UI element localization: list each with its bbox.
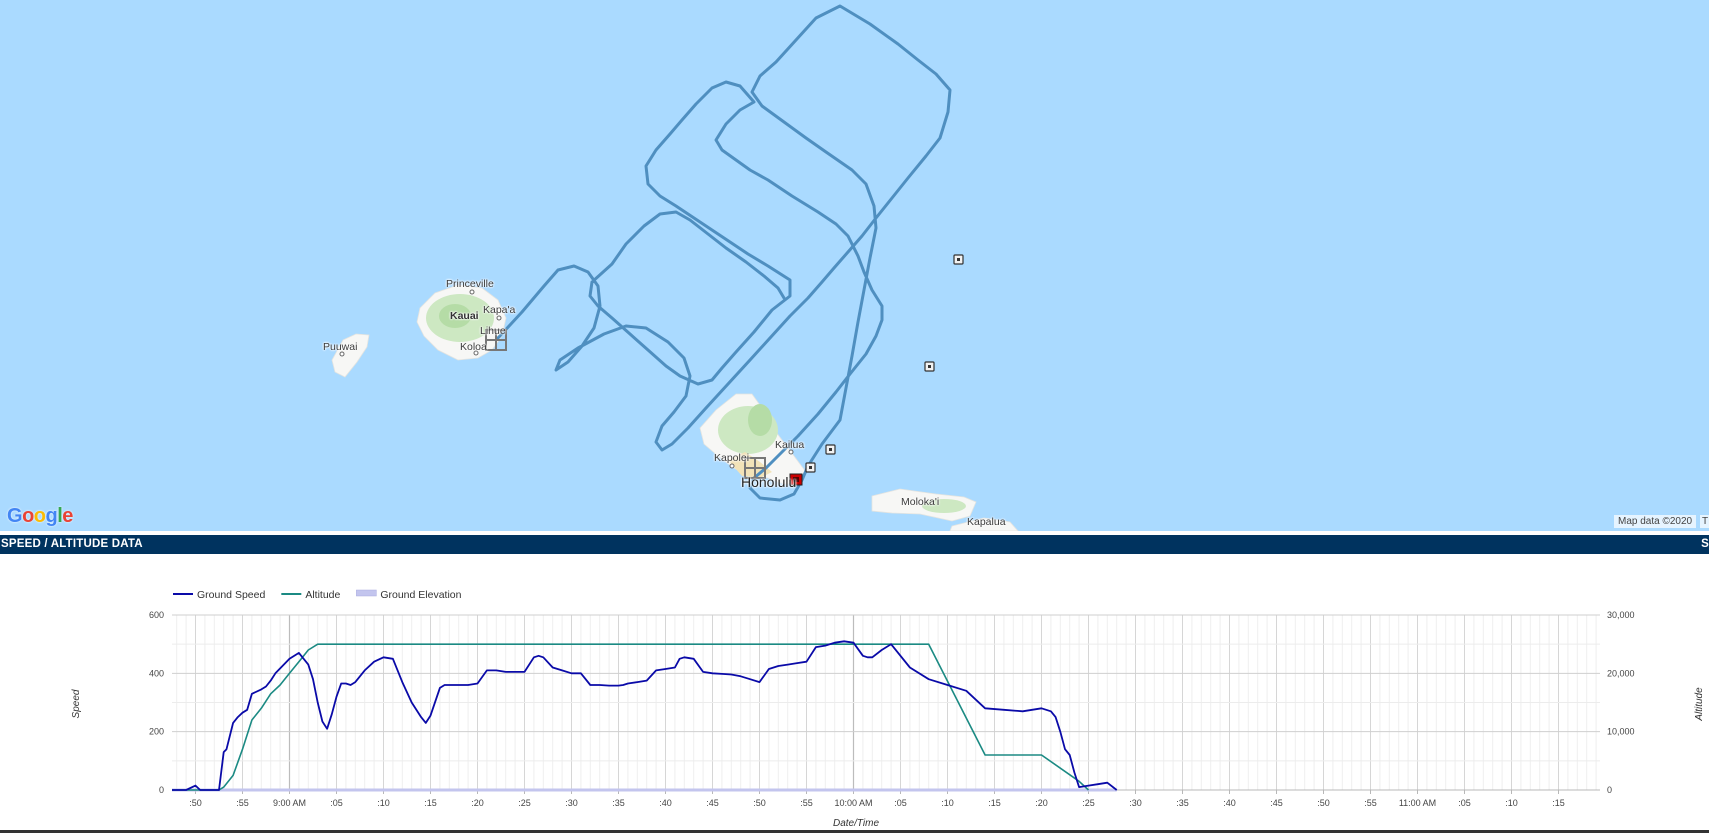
x-tick-label: :50 <box>753 798 766 808</box>
map-canvas <box>331 4 1019 531</box>
section-header-right-mark: S <box>1701 538 1709 550</box>
y-tick-label-right: 30,000 <box>1607 610 1635 620</box>
x-tick-label: 9:00 AM <box>273 798 306 808</box>
x-tick-label: :15 <box>988 798 1001 808</box>
place-label-kapalua: Kapalua <box>967 516 1006 528</box>
legend-swatch-ground-elevation <box>356 589 377 597</box>
x-tick-label: :15 <box>424 798 437 808</box>
x-tick-label: :30 <box>1129 798 1142 808</box>
google-logo[interactable]: Google <box>7 505 73 528</box>
x-axis-title: Date/Time <box>833 818 879 829</box>
legend-label-ground-elevation[interactable]: Ground Elevation <box>380 589 461 601</box>
place-label-puuwai: Puuwai <box>323 341 358 353</box>
chart-canvas: 0 200 400 600 0 10,000 20,000 30,000 :50 :55 9:00 … <box>71 589 1705 829</box>
y-axis-title-right: Altitude <box>1694 687 1705 722</box>
place-label-kailua: Kailua <box>775 439 805 451</box>
x-tick-label: :10 <box>377 798 390 808</box>
x-tick-label: :05 <box>1458 798 1471 808</box>
map-attribution[interactable]: Map data ©2020 <box>1614 515 1697 528</box>
y-tick-label-right: 20,000 <box>1607 668 1635 678</box>
x-tick-label: :40 <box>1223 798 1236 808</box>
place-label-koloa: Koloa <box>460 341 487 353</box>
x-tick-label: :25 <box>1082 798 1095 808</box>
x-tick-label: :10 <box>941 798 954 808</box>
place-label-lihue: Lihue <box>480 325 506 337</box>
x-tick-label: :55 <box>1364 798 1377 808</box>
place-label-molokai: Moloka'i <box>901 496 940 508</box>
y-tick-label-right: 0 <box>1607 785 1612 795</box>
x-tick-label: :10 <box>1505 798 1518 808</box>
x-tick-label: :05 <box>894 798 907 808</box>
section-header: SPEED / ALTITUDE DATA S <box>0 535 1709 554</box>
x-tick-label: :55 <box>236 798 249 808</box>
x-tick-label: :45 <box>706 798 719 808</box>
speed-altitude-chart[interactable]: 0 200 400 600 0 10,000 20,000 30,000 :50 :55 9:00 … <box>0 554 1709 830</box>
y-tick-label-right: 10,000 <box>1607 727 1635 737</box>
y-tick-label-left: 400 <box>149 668 164 678</box>
x-tick-label: :15 <box>1552 798 1565 808</box>
legend-label-ground-speed[interactable]: Ground Speed <box>197 589 265 601</box>
place-label-honolulu: Honolulu <box>741 474 797 490</box>
x-tick-label: :25 <box>518 798 531 808</box>
x-tick-label: :05 <box>330 798 343 808</box>
y-axis-title-left: Speed <box>71 689 82 718</box>
x-tick-label: 11:00 AM <box>1399 798 1436 808</box>
legend-label-altitude[interactable]: Altitude <box>305 589 340 601</box>
place-label-princeville: Princeville <box>446 278 494 290</box>
x-tick-label: :50 <box>189 798 202 808</box>
y-tick-label-left: 600 <box>149 610 164 620</box>
place-label-kapolei: Kapolei <box>714 452 750 464</box>
x-tick-label: 10:00 AM <box>834 798 872 808</box>
x-tick-label: :20 <box>1035 798 1048 808</box>
x-tick-label: :20 <box>471 798 484 808</box>
waypoint-marker <box>805 254 964 473</box>
y-tick-label-left: 0 <box>159 785 164 795</box>
x-tick-label: :50 <box>1317 798 1330 808</box>
x-tick-label: :30 <box>565 798 578 808</box>
x-tick-label: :45 <box>1270 798 1283 808</box>
x-tick-label: :35 <box>1176 798 1189 808</box>
place-label-kauai: Kauai <box>450 310 479 322</box>
place-label-kapaa: Kapa'a <box>483 304 516 316</box>
section-title: SPEED / ALTITUDE DATA <box>1 538 143 550</box>
map-terms-link[interactable]: T <box>1700 515 1709 528</box>
y-tick-label-left: 200 <box>149 727 164 737</box>
x-tick-label: :55 <box>800 798 813 808</box>
x-tick-label: :35 <box>612 798 625 808</box>
x-tick-label: :40 <box>659 798 672 808</box>
flight-map[interactable]: Princeville Kauai Kapa'a Lihue Koloa Puu… <box>0 0 1709 531</box>
